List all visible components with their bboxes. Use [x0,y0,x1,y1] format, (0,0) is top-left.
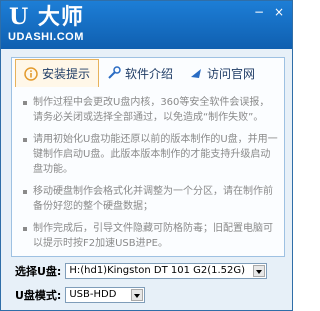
window-controls: − × [252,5,286,19]
arrow-icon [189,66,203,80]
brand-logo: U 大师 [9,4,84,30]
chevron-down-icon[interactable] [253,265,266,277]
tab-bar: 安装提示 软件介绍 访问官网 [11,59,285,87]
tab-software-intro[interactable]: 软件介绍 [107,59,191,87]
tip-item: 请用初始化U盘功能还原以前的版本制作的U盘，并用一键制作启动U盘。此版本版本制作… [21,132,279,177]
tab-install-tips[interactable]: 安装提示 [15,59,99,87]
select-disk-label: 选择U盘: [15,265,62,278]
tip-item: 移动硬盘制作会格式化并调整为一个分区，请在制作前备份好您的整个硬盘数据； [21,184,279,214]
tab-install-tips-label: 安装提示 [42,67,91,81]
disk-select[interactable]: H:(hd1)Kingston DT 101 G2(1.52G) [65,263,268,279]
tip-item: 制作完成后，引导文件隐藏可防格防毒；旧配置电脑可以提示时按F2加速USB进PE。 [21,221,279,251]
tab-software-intro-label: 软件介绍 [125,66,174,81]
chevron-down-icon[interactable] [131,289,144,301]
select-disk-row: 选择U盘: H:(hd1)Kingston DT 101 G2(1.52G) [15,263,268,279]
mode-row: U盘模式: USB-HDD [15,287,146,303]
app-window: U 大师 UDASHI.COM − × 安装提示 软件介绍 访问官网 制作过程中… [0,0,293,311]
tab-visit-website[interactable]: 访问官网 [189,59,281,87]
titlebar: U 大师 UDASHI.COM − × [1,1,292,49]
info-icon [24,66,38,81]
tab-visit-website-label: 访问官网 [207,66,256,81]
minimize-button[interactable]: − [252,5,266,19]
close-button[interactable]: × [272,5,286,19]
brand-url: UDASHI.COM [8,31,84,43]
mode-label: U盘模式: [15,289,62,302]
mode-select[interactable]: USB-HDD [65,287,146,303]
disk-select-value: H:(hd1)Kingston DT 101 G2(1.52G) [69,265,246,276]
tools-icon [107,66,121,80]
tips-list: 制作过程中会更改U盘内核，360等安全软件会误报，请务必关闭或选择全部通过，以免… [21,95,279,258]
tip-item: 制作过程中会更改U盘内核，360等安全软件会误报，请务必关闭或选择全部通过，以免… [21,95,279,125]
mode-select-value: USB-HDD [69,289,117,300]
